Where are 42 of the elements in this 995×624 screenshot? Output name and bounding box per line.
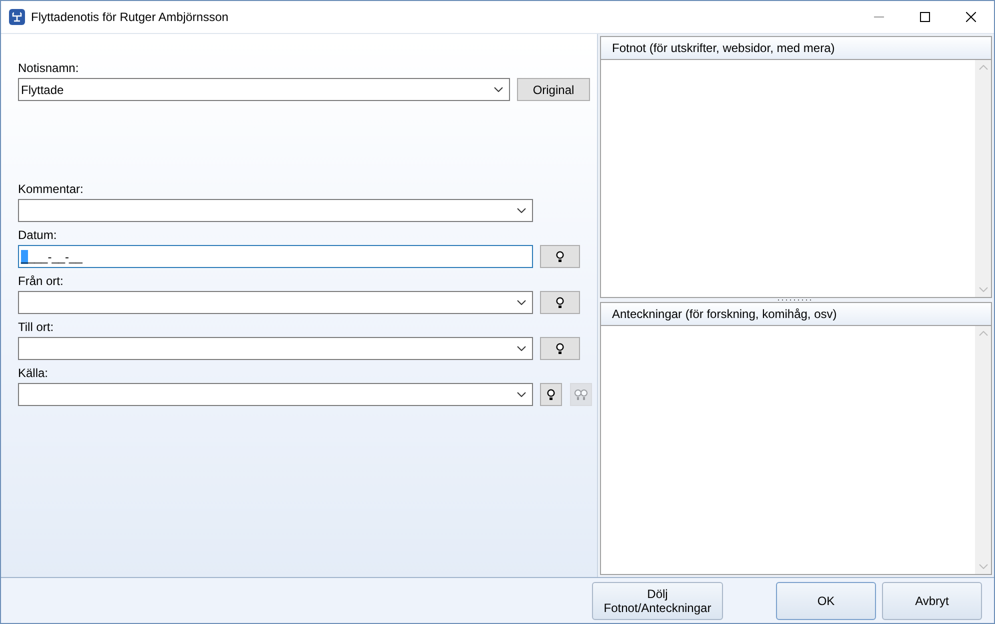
lookup-button[interactable] (540, 245, 580, 268)
field-label: Datum: (18, 228, 58, 243)
app-icon (9, 9, 25, 25)
field-label: Från ort: (18, 274, 64, 289)
combo-box[interactable] (18, 383, 533, 406)
field-label: Till ort: (18, 320, 55, 335)
lightbulb-icon (556, 342, 564, 354)
scroll-down-icon (978, 564, 988, 569)
maximize-icon (920, 12, 930, 22)
dropdown-caret-icon (517, 392, 526, 397)
window-title: Flyttadenotis för Rutger Ambjörnsson (31, 10, 230, 24)
field-label: Notisnamn: (18, 61, 80, 76)
ok-button[interactable]: OK (776, 582, 876, 620)
dropdown-caret-icon (494, 87, 503, 92)
combo-box[interactable] (18, 337, 533, 360)
lookup-button[interactable] (540, 383, 562, 406)
combo-box[interactable]: Flyttade (18, 78, 510, 101)
scrollbar[interactable] (975, 326, 991, 574)
scroll-up-icon (978, 65, 988, 70)
field-label: Källa: (18, 366, 50, 381)
splitter-grip-icon[interactable] (778, 298, 814, 302)
lightbulb-icon (556, 250, 564, 262)
scroll-down-icon (978, 286, 988, 292)
panel-header: Fotnot (för utskrifter, websidor, med mera) (601, 37, 991, 60)
field-label: Kommentar: (18, 182, 84, 197)
scrollbar[interactable] (975, 60, 991, 297)
dropdown-caret-icon (517, 208, 526, 213)
lightbulb-icon (547, 388, 555, 400)
combo-box[interactable] (18, 291, 533, 314)
cancel-button[interactable]: Avbryt (882, 582, 982, 620)
lookup-button[interactable] (540, 291, 580, 314)
close-icon (966, 12, 976, 22)
double-lightbulb-icon (574, 388, 588, 400)
panel-header: Anteckningar (för forskning, komihåg, osv) (601, 302, 991, 326)
original-button[interactable]: Original (517, 78, 590, 101)
lightbulb-icon (556, 296, 564, 308)
hide-notes-button[interactable]: Dölj Fotnot/Anteckningar (592, 582, 723, 620)
combo-box[interactable] (18, 199, 533, 222)
lookup-button[interactable] (540, 337, 580, 360)
dropdown-caret-icon (517, 346, 526, 351)
dropdown-caret-icon (517, 300, 526, 305)
scroll-up-icon (978, 330, 988, 336)
